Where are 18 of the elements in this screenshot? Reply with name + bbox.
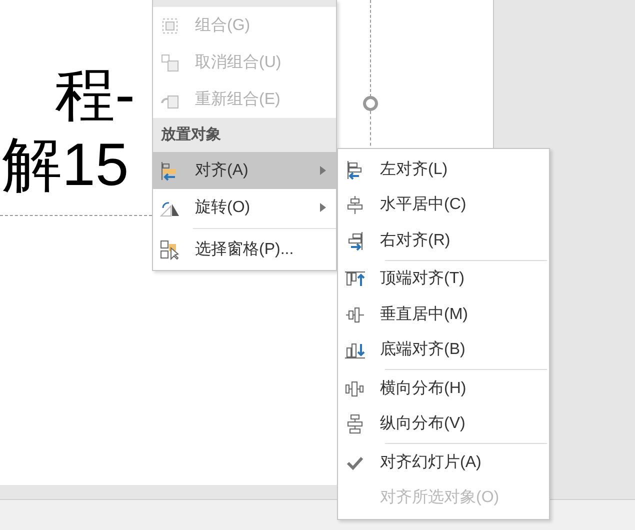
submenu-item[interactable]: 横向分布(H) xyxy=(338,371,549,406)
slide-title-text: 解15 xyxy=(1,130,130,200)
submenu-item[interactable]: 底端对齐(B) xyxy=(338,332,549,368)
submenu-item[interactable]: 顶端对齐(T) xyxy=(338,262,549,297)
rotation-handle[interactable] xyxy=(363,96,378,111)
submenu-item[interactable]: 左对齐(L) xyxy=(338,152,549,188)
submenu-item[interactable]: 右对齐(R) xyxy=(338,223,549,258)
menu-item[interactable]: 对齐(A) xyxy=(153,152,336,189)
menu-item[interactable]: 旋转(O) xyxy=(153,189,336,226)
menu-section-header: 放置对象 xyxy=(153,118,336,152)
submenu-item[interactable]: 对齐幻灯片(A) xyxy=(338,445,549,480)
ungroup-icon xyxy=(159,52,181,74)
selection-pane-icon xyxy=(159,238,181,260)
submenu-item[interactable]: 垂直居中(M) xyxy=(338,297,549,332)
submenu-item[interactable]: 水平居中(C) xyxy=(338,188,549,223)
submenu-item[interactable]: 纵向分布(V) xyxy=(338,406,549,442)
slide-title-text: 程- xyxy=(54,60,136,130)
menu-item[interactable]: 选择窗格(P)... xyxy=(153,231,336,268)
